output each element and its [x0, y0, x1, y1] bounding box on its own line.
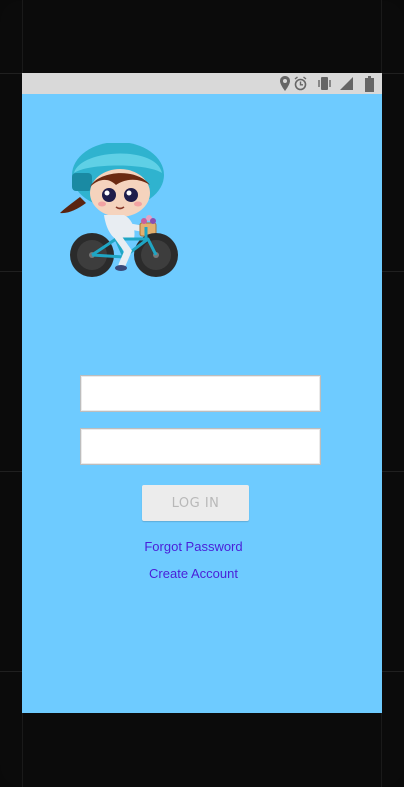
- password-field[interactable]: [80, 428, 321, 465]
- location-icon: [280, 76, 290, 91]
- device-frame: LOG IN Forgot Password Create Account: [0, 0, 404, 787]
- login-button[interactable]: LOG IN: [142, 485, 249, 521]
- status-bar: [22, 73, 382, 94]
- forgot-password-link[interactable]: Forgot Password: [22, 539, 365, 554]
- signal-icon: [340, 77, 353, 90]
- password-input[interactable]: [81, 429, 320, 464]
- create-account-link[interactable]: Create Account: [22, 566, 365, 581]
- alarm-icon: [294, 76, 307, 91]
- email-input[interactable]: [81, 376, 320, 411]
- email-field[interactable]: [80, 375, 321, 412]
- girl-on-bicycle-illustration: [60, 143, 178, 277]
- battery-icon: [365, 76, 374, 92]
- vibrate-icon: [318, 77, 331, 90]
- app-screen: LOG IN Forgot Password Create Account: [22, 73, 382, 713]
